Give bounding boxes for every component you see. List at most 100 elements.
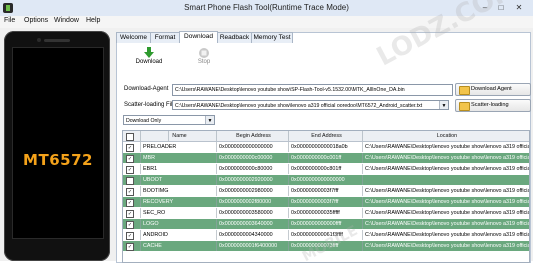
tab-readback[interactable]: Readback bbox=[217, 32, 252, 43]
title-bar: Smart Phone Flash Tool(Runtime Trace Mod… bbox=[0, 0, 533, 17]
table-row[interactable]: ✓ SEC_RO 0x0000000003580000 0x000000000035f… bbox=[123, 208, 529, 218]
row-end: 0x00000000000018a0b bbox=[289, 142, 363, 152]
dropdown-arrow-icon[interactable]: ▼ bbox=[205, 116, 214, 124]
menu-file[interactable]: File bbox=[4, 17, 15, 24]
download-button-label: Download bbox=[135, 59, 163, 65]
download-mode-select[interactable]: Download Only ▼ bbox=[123, 115, 215, 125]
row-name: CACHE bbox=[141, 241, 217, 251]
download-button[interactable]: Download bbox=[134, 47, 164, 65]
header-name[interactable]: Name bbox=[141, 131, 217, 141]
dropdown-arrow-icon[interactable]: ▼ bbox=[439, 101, 448, 109]
row-check-cell bbox=[123, 175, 141, 185]
row-begin: 0x0000000000c00000 bbox=[217, 153, 289, 163]
table-row[interactable]: ✓ PRELOADER 0x0000000000000000 0x0000000000… bbox=[123, 142, 529, 152]
row-end: 0x0000000000c001ff bbox=[289, 153, 363, 163]
camera-icon bbox=[37, 38, 41, 42]
header-location[interactable]: Location bbox=[363, 131, 529, 141]
row-check-cell: ✓ bbox=[123, 142, 141, 152]
row-location: C:\Users\RAWANE\Desktop\lenovo youtube s… bbox=[365, 144, 529, 150]
download-agent-field[interactable]: C:\Users\RAWANE\Desktop\lenovo youtube s… bbox=[172, 84, 453, 96]
row-end: 0x000000000035fffff bbox=[289, 208, 363, 218]
scatter-label: Scatter-loading File bbox=[124, 102, 176, 108]
table-row[interactable]: ✓ EBR1 0x0000000000c80000 0x0000000000c801f… bbox=[123, 164, 529, 174]
folder-icon bbox=[459, 86, 470, 95]
row-begin: 0x0000000001f6400000 bbox=[217, 241, 289, 251]
tab-welcome[interactable]: Welcome bbox=[116, 32, 151, 43]
tab-download[interactable]: Download bbox=[179, 31, 218, 43]
row-begin: 0x0000000002920000 bbox=[217, 175, 289, 185]
partition-checkbox[interactable]: ✓ bbox=[126, 232, 134, 240]
stop-icon bbox=[199, 48, 209, 58]
scatter-loading-button[interactable]: Scatter-loading bbox=[455, 99, 531, 112]
row-end: 0x000000000073ffff bbox=[289, 241, 363, 251]
folder-icon bbox=[459, 102, 470, 111]
row-location: C:\Users\RAWANE\Desktop\lenovo youtube s… bbox=[365, 199, 529, 205]
row-begin: 0x0000000004340000 bbox=[217, 230, 289, 240]
row-check-cell: ✓ bbox=[123, 219, 141, 229]
partition-checkbox[interactable]: ✓ bbox=[126, 166, 134, 174]
header-begin-address[interactable]: Begin Address bbox=[217, 131, 289, 141]
row-check-cell: ✓ bbox=[123, 208, 141, 218]
minimize-button[interactable]: – bbox=[478, 2, 492, 13]
table-row[interactable]: ✓ BOOTIMG 0x0000000002980000 0x00000000003f… bbox=[123, 186, 529, 196]
row-end: 0x000000000061f3ffff bbox=[289, 230, 363, 240]
tab-memory-test[interactable]: Memory Test bbox=[251, 32, 293, 43]
download-agent-button[interactable]: Download Agent bbox=[455, 83, 531, 96]
scatter-value: C:\Users\RAWANE\Desktop\lenovo youtube s… bbox=[175, 103, 423, 109]
row-end: 0x00000000003f7fff bbox=[289, 186, 363, 196]
download-mode-value: Download Only bbox=[126, 118, 162, 124]
phone-illustration: MT6572 bbox=[4, 31, 110, 261]
scatter-combo[interactable]: C:\Users\RAWANE\Desktop\lenovo youtube s… bbox=[172, 100, 449, 110]
table-row[interactable]: ✓ RECOVERY 0x0000000002f80000 0x00000000003… bbox=[123, 197, 529, 207]
earpiece-icon bbox=[44, 39, 70, 42]
scatter-loading-button-label: Scatter-loading bbox=[471, 102, 509, 108]
download-agent-button-label: Download Agent bbox=[471, 86, 512, 92]
partition-checkbox[interactable]: ✓ bbox=[126, 221, 134, 229]
download-arrow-icon bbox=[144, 47, 154, 58]
partition-checkbox[interactable]: ✓ bbox=[126, 188, 134, 196]
row-end: 0x00000000003f7fff bbox=[289, 197, 363, 207]
maximize-button[interactable]: □ bbox=[494, 2, 508, 13]
row-location: C:\Users\RAWANE\Desktop\lenovo youtube s… bbox=[365, 232, 529, 238]
header-end-address[interactable]: End Address bbox=[289, 131, 363, 141]
table-row[interactable]: ✓ CACHE 0x0000000001f6400000 0x000000000073… bbox=[123, 241, 529, 251]
row-location bbox=[363, 175, 529, 185]
partition-checkbox[interactable]: ✓ bbox=[126, 199, 134, 207]
tab-format[interactable]: Format bbox=[150, 32, 180, 43]
row-name: PRELOADER bbox=[141, 142, 217, 152]
select-all-checkbox[interactable] bbox=[126, 133, 134, 141]
menu-options[interactable]: Options bbox=[24, 17, 48, 24]
row-name: SEC_RO bbox=[141, 208, 217, 218]
row-name: ANDROID bbox=[141, 230, 217, 240]
partition-checkbox[interactable] bbox=[126, 177, 134, 185]
row-name: BOOTIMG bbox=[141, 186, 217, 196]
partition-checkbox[interactable]: ✓ bbox=[126, 243, 134, 251]
row-begin: 0x0000000002980000 bbox=[217, 186, 289, 196]
stop-button[interactable]: Stop bbox=[189, 47, 219, 65]
row-name: MBR bbox=[141, 153, 217, 163]
partition-checkbox[interactable]: ✓ bbox=[126, 144, 134, 152]
partition-table: Name Begin Address End Address Location … bbox=[122, 130, 530, 263]
table-row[interactable]: ✓ LOGO 0x0000000003640000 0x0000000000000ff… bbox=[123, 219, 529, 229]
table-row[interactable]: ✓ ANDROID 0x0000000004340000 0x000000000061… bbox=[123, 230, 529, 240]
row-location: C:\Users\RAWANE\Desktop\lenovo youtube s… bbox=[365, 210, 529, 216]
table-row[interactable]: ✓ MBR 0x0000000000c00000 0x0000000000c001ff… bbox=[123, 153, 529, 163]
partition-checkbox[interactable]: ✓ bbox=[126, 210, 134, 218]
table-row[interactable]: UBOOT 0x0000000002920000 0x000000000000000… bbox=[123, 175, 529, 185]
row-location: C:\Users\RAWANE\Desktop\lenovo youtube s… bbox=[365, 243, 529, 249]
row-check-cell: ✓ bbox=[123, 197, 141, 207]
row-end: 0x0000000000000000 bbox=[289, 175, 363, 185]
row-name: RECOVERY bbox=[141, 197, 217, 207]
row-name: LOGO bbox=[141, 219, 217, 229]
menu-window[interactable]: Window bbox=[54, 17, 79, 24]
row-check-cell: ✓ bbox=[123, 186, 141, 196]
row-begin: 0x0000000002f80000 bbox=[217, 197, 289, 207]
row-begin: 0x0000000000c80000 bbox=[217, 164, 289, 174]
partition-checkbox[interactable]: ✓ bbox=[126, 155, 134, 163]
row-begin: 0x0000000003640000 bbox=[217, 219, 289, 229]
close-button[interactable]: ✕ bbox=[512, 2, 526, 13]
menu-help[interactable]: Help bbox=[86, 17, 100, 24]
chip-label: MT6572 bbox=[23, 151, 93, 169]
flash-tool-window: Smart Phone Flash Tool(Runtime Trace Mod… bbox=[0, 0, 533, 265]
row-check-cell: ✓ bbox=[123, 241, 141, 251]
